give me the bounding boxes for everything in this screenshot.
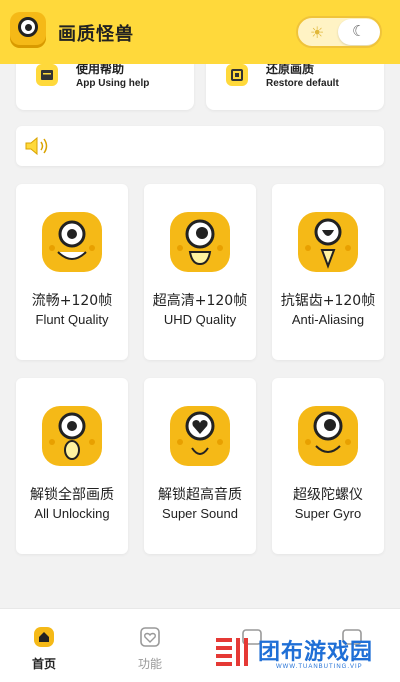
feature-title-zh: 流畅+120帧 [31,293,113,309]
feature-heart-icon [140,627,160,647]
app-header: 画质怪兽 ☀ ☾ [0,0,400,64]
mascot-open-mouth-icon [170,212,230,272]
feature-title-en: Super Sound [162,506,238,521]
feature-title-zh: 抗锯齿+120帧 [280,293,376,309]
home-icon [34,627,54,647]
restore-icon [226,64,248,86]
feature-card-super-gyro[interactable]: 超级陀螺仪 Super Gyro [272,378,384,554]
tab-label: 功能 [137,657,162,671]
feature-title-zh: 解锁超高音质 [158,487,242,503]
feature-card-flunt[interactable]: 流畅+120帧 Flunt Quality [16,184,128,360]
feature-title-en: Anti-Aliasing [291,312,365,327]
watermark-subtext: WWW.TUANBUTING.VIP [276,664,363,670]
site-watermark: 团布游戏园 WWW.TUANBUTING.VIP [214,630,394,678]
mascot-o-mouth-icon [42,406,102,466]
watermark-logo-icon [216,638,248,666]
moon-icon: ☾ [352,22,366,40]
feature-card-unlock-all[interactable]: 解锁全部画质 All Unlocking [16,378,128,554]
feature-title-en: Flunt Quality [35,312,109,327]
mascot-smile-icon [42,212,102,272]
help-book-icon [36,64,58,86]
sun-icon: ☀ [310,23,325,42]
feature-card-uhd[interactable]: 超高清+120帧 UHD Quality [144,184,256,360]
feature-title-en: Super Gyro [294,506,362,521]
theme-toggle[interactable]: ☀ ☾ [296,16,382,48]
feature-card-super-sound[interactable]: 解锁超高音质 Super Sound [144,378,256,554]
help-card-subtitle: App Using help [76,78,150,89]
feature-title-en: All Unlocking [34,506,110,521]
toggle-knob: ☾ [338,19,380,45]
tab-features[interactable]: 功能 [110,609,190,682]
mascot-fang-icon [298,212,358,272]
notice-bar [16,126,384,166]
tab-home[interactable]: 首页 [4,609,84,682]
feature-title-en: UHD Quality [163,312,237,327]
mascot-logo-icon [10,12,46,48]
app-title: 画质怪兽 [58,24,134,45]
feature-title-zh: 解锁全部画质 [30,487,114,503]
watermark-text: 团布游戏园 [258,640,374,665]
tab-label: 首页 [31,657,56,671]
feature-title-zh: 超级陀螺仪 [293,487,363,503]
feature-title-zh: 超高清+120帧 [152,293,248,309]
feature-card-anti-aliasing[interactable]: 抗锯齿+120帧 Anti-Aliasing [272,184,384,360]
speaker-icon [24,136,50,160]
mascot-heart-icon [170,406,230,466]
mascot-grin-icon [298,406,358,466]
restore-card-subtitle: Restore default [266,78,339,89]
